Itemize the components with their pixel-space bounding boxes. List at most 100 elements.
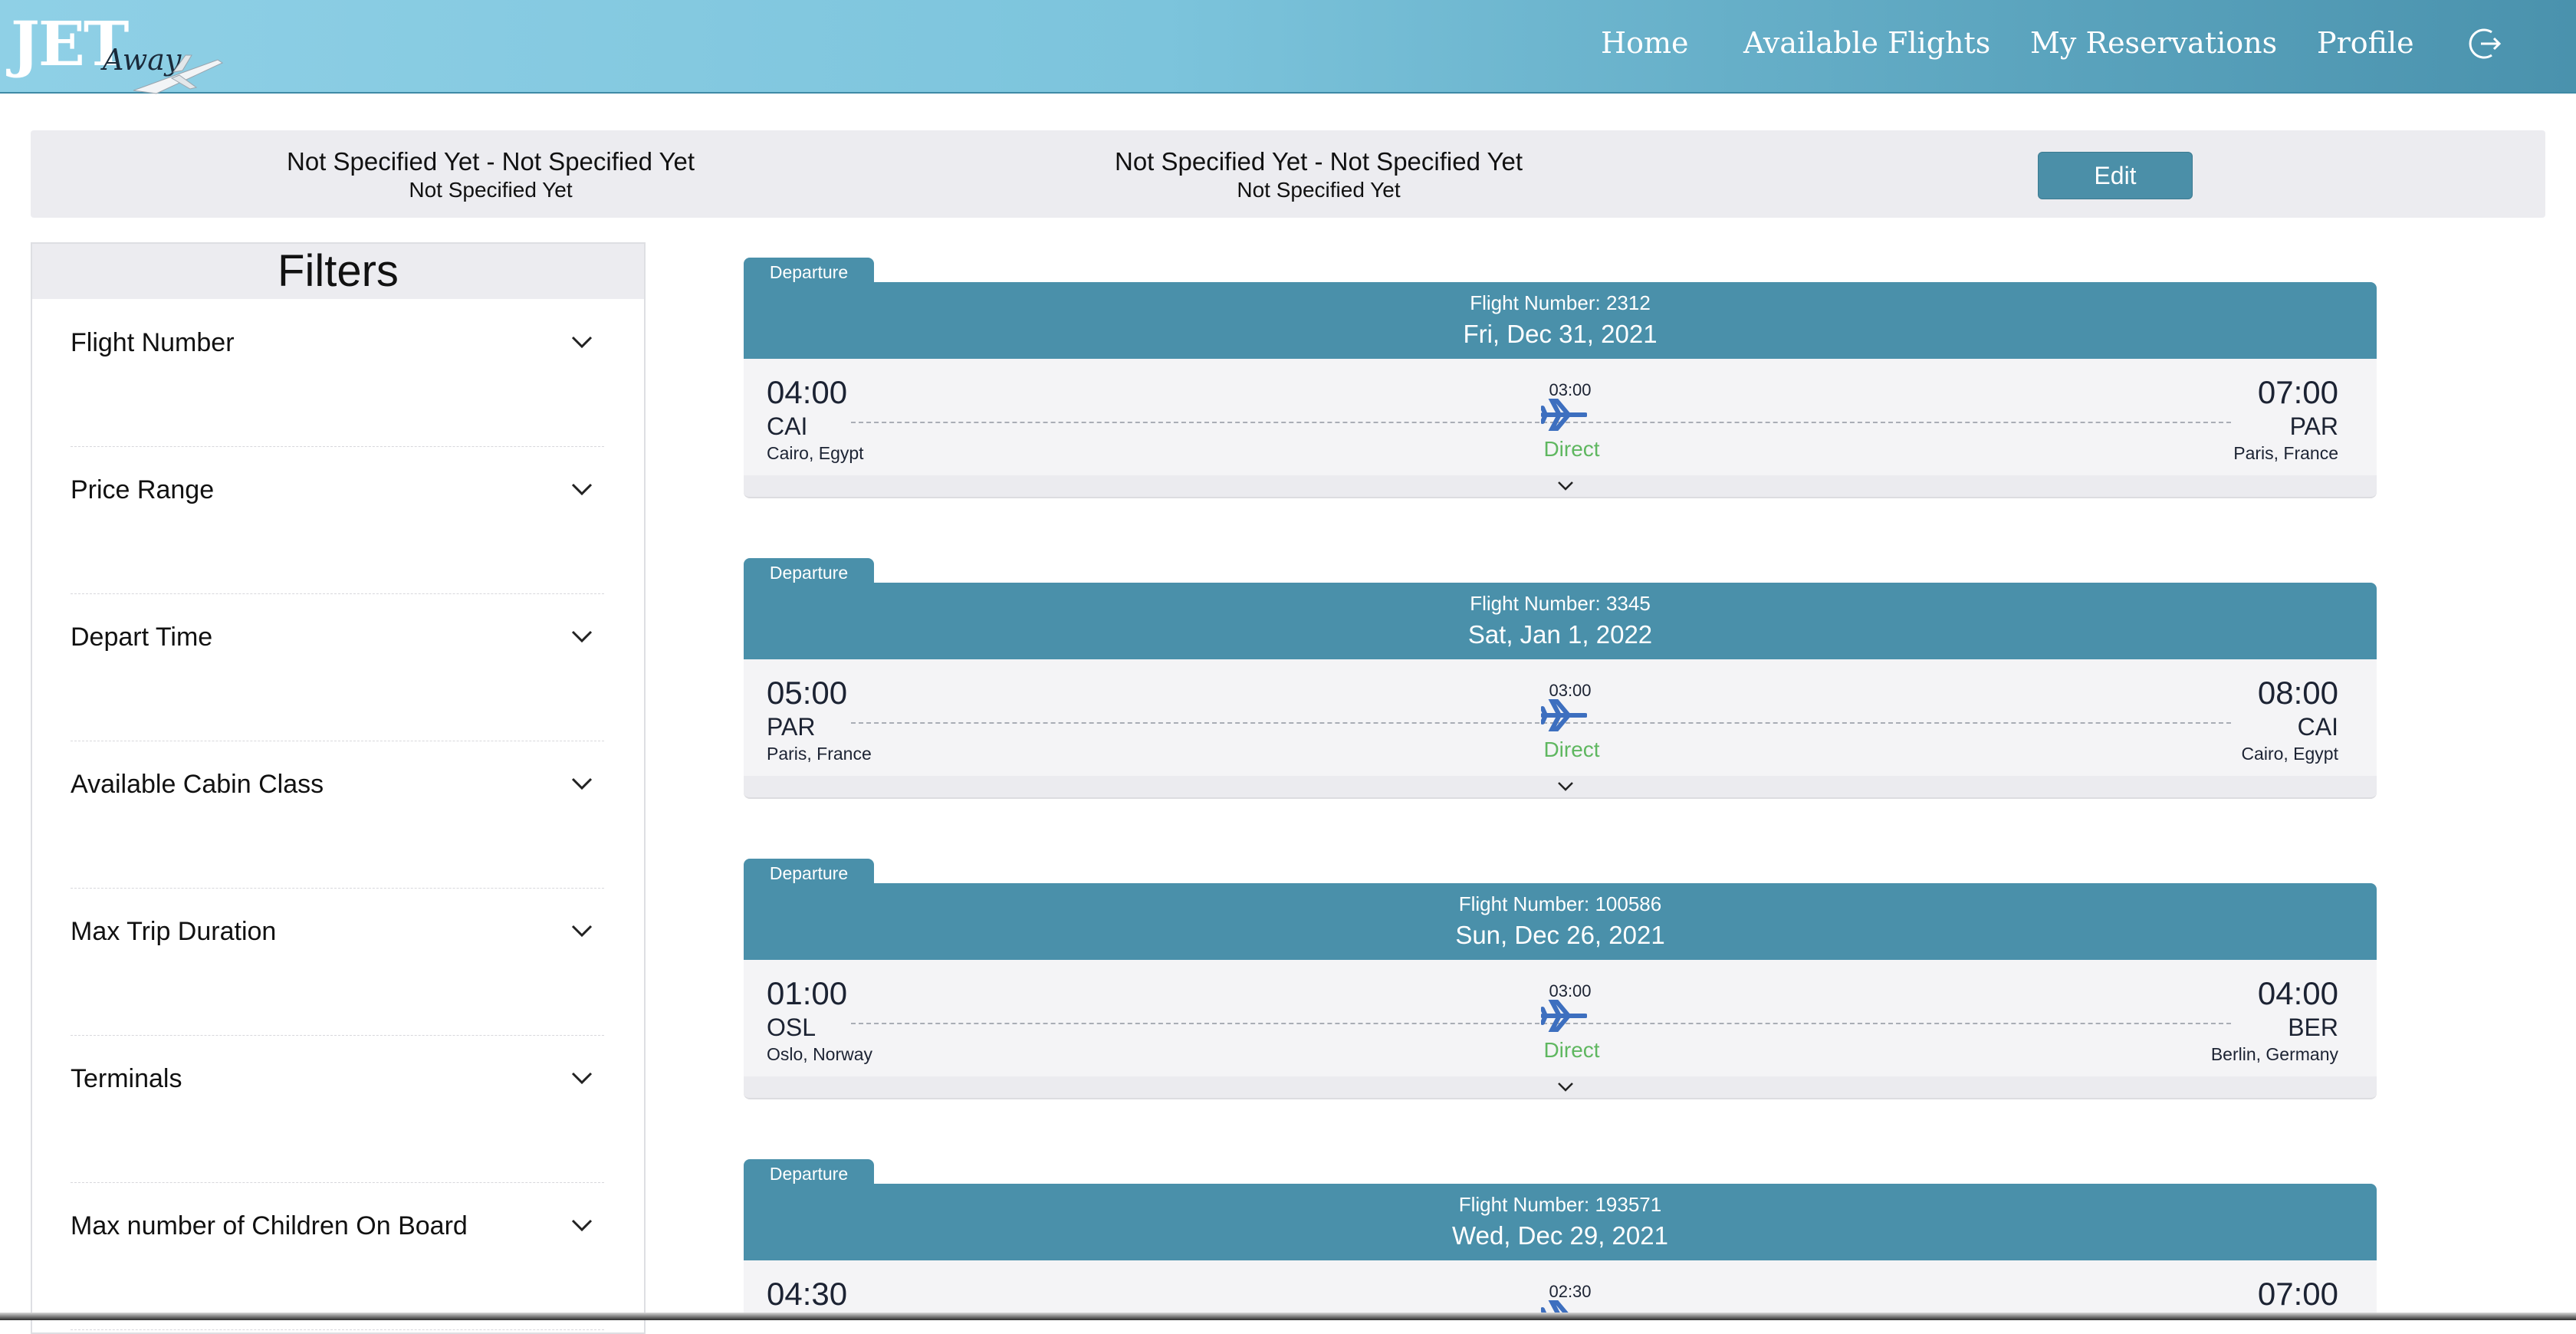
flight-number: Flight Number: 100586	[1458, 892, 1662, 915]
chevron-down-icon[interactable]	[570, 481, 593, 497]
flight-card-body: 04:00 CAI Cairo, Egypt 03:00 Direct 07:0…	[744, 359, 2377, 475]
filter-max-children[interactable]: Max number of Children On Board	[71, 1182, 604, 1330]
departure-airport-code: PAR	[767, 713, 816, 741]
chevron-down-icon[interactable]	[570, 1217, 593, 1233]
departure-tag: Departure	[744, 1159, 874, 1185]
expand-details-toggle[interactable]	[744, 1076, 2377, 1099]
stops-label: Direct	[1543, 437, 1600, 461]
arrival-city: Berlin, Germany	[2210, 1044, 2338, 1064]
chevron-down-icon[interactable]	[570, 776, 593, 791]
flight-date: Wed, Dec 29, 2021	[1452, 1221, 1668, 1250]
departure-airport-code: CAI	[767, 412, 808, 440]
return-date: Not Specified Yet	[1237, 178, 1401, 202]
airplane-icon	[1541, 699, 1587, 731]
top-navbar: JET Away Home Available Flights My Reser…	[0, 0, 2576, 94]
filter-label: Max Trip Duration	[71, 917, 277, 946]
filter-depart-time[interactable]: Depart Time	[71, 593, 604, 741]
flight-duration: 02:30	[1549, 1282, 1592, 1301]
departure-tag: Departure	[744, 558, 874, 584]
filter-flight-number[interactable]: Flight Number	[71, 299, 604, 447]
logout-icon[interactable]	[2467, 26, 2502, 61]
flight-card-body: 01:00 OSL Oslo, Norway 03:00 Direct 04:0…	[744, 960, 2377, 1076]
nav-profile[interactable]: Profile	[2317, 26, 2414, 60]
filter-max-trip-duration[interactable]: Max Trip Duration	[71, 888, 604, 1036]
chevron-down-icon[interactable]	[1556, 480, 1575, 492]
flight-card-body: 05:00 PAR Paris, France 03:00 Direct 08:…	[744, 659, 2377, 776]
flight-card[interactable]: Departure Flight Number: 2312 Fri, Dec 3…	[744, 258, 2377, 511]
departure-time: 04:00	[767, 374, 848, 410]
filter-label: Flight Number	[71, 328, 235, 357]
arrival-time: 07:00	[2257, 374, 2338, 410]
departure-time: 04:30	[767, 1276, 848, 1312]
outbound-summary: Not Specified Yet - Not Specified Yet No…	[261, 147, 721, 202]
departure-city: Cairo, Egypt	[767, 443, 864, 463]
logo-plane-icon	[133, 54, 224, 94]
nav-my-reservations[interactable]: My Reservations	[2030, 26, 2277, 60]
arrival-airport-code: PAR	[2289, 412, 2338, 440]
flight-card-body: 04:30 02:30 07:00	[744, 1260, 2377, 1313]
flight-card-header: Flight Number: 100586 Sun, Dec 26, 2021	[744, 883, 2377, 960]
arrival-airport-code: CAI	[2297, 713, 2338, 741]
chevron-down-icon[interactable]	[1556, 780, 1575, 793]
return-route: Not Specified Yet - Not Specified Yet	[1114, 147, 1523, 176]
flight-card-header: Flight Number: 3345 Sat, Jan 1, 2022	[744, 583, 2377, 659]
stops-label: Direct	[1543, 738, 1600, 761]
nav-home[interactable]: Home	[1601, 26, 1689, 60]
flight-number: Flight Number: 3345	[1470, 592, 1651, 615]
flight-duration: 03:00	[1549, 681, 1592, 700]
airplane-icon	[1541, 399, 1587, 431]
flight-duration: 03:00	[1549, 380, 1592, 399]
chevron-down-icon[interactable]	[570, 923, 593, 938]
filter-label: Depart Time	[71, 623, 213, 652]
airplane-icon	[1541, 1000, 1587, 1032]
expand-details-toggle[interactable]	[744, 776, 2377, 799]
flight-number: Flight Number: 193571	[1458, 1193, 1662, 1216]
flight-date: Sat, Jan 1, 2022	[1467, 620, 1653, 649]
flight-duration: 03:00	[1549, 981, 1592, 1001]
outbound-date: Not Specified Yet	[409, 178, 573, 202]
chevron-down-icon[interactable]	[1556, 1081, 1575, 1093]
filters-panel: Filters Flight Number Price Range Depart…	[31, 242, 646, 1334]
flight-card[interactable]: Departure Flight Number: 100586 Sun, Dec…	[744, 859, 2377, 1112]
arrival-time: 04:00	[2257, 975, 2338, 1011]
edit-search-button[interactable]: Edit	[2038, 152, 2193, 199]
flight-date: Sun, Dec 26, 2021	[1455, 921, 1665, 949]
departure-time: 01:00	[767, 975, 848, 1011]
departure-city: Paris, France	[767, 744, 872, 764]
filter-label: Available Cabin Class	[71, 770, 324, 799]
filter-price-range[interactable]: Price Range	[71, 446, 604, 594]
arrival-time: 08:00	[2257, 675, 2338, 711]
chevron-down-icon[interactable]	[570, 334, 593, 350]
departure-airport-code: OSL	[767, 1014, 816, 1041]
filter-label: Price Range	[71, 475, 215, 504]
search-summary-bar: Not Specified Yet - Not Specified Yet No…	[31, 130, 2545, 218]
departure-tag: Departure	[744, 859, 874, 885]
arrival-airport-code: BER	[2288, 1014, 2338, 1041]
flight-card-header: Flight Number: 2312 Fri, Dec 31, 2021	[744, 282, 2377, 359]
chevron-down-icon[interactable]	[570, 1070, 593, 1086]
filter-label: Terminals	[71, 1064, 182, 1093]
filters-title: Filters	[32, 244, 644, 299]
filter-terminals[interactable]: Terminals	[71, 1035, 604, 1183]
filter-cabin-class[interactable]: Available Cabin Class	[71, 741, 604, 889]
window-bottom-edge	[0, 1313, 2576, 1320]
arrival-city: Cairo, Egypt	[2241, 744, 2338, 764]
arrival-time: 07:00	[2257, 1276, 2338, 1312]
departure-city: Oslo, Norway	[767, 1044, 873, 1064]
airplane-icon	[1541, 1300, 1569, 1313]
nav-available-flights[interactable]: Available Flights	[1743, 26, 1990, 60]
flight-number: Flight Number: 2312	[1470, 291, 1651, 314]
jetaway-logo[interactable]: JET Away	[11, 8, 225, 94]
filter-label: Max number of Children On Board	[71, 1211, 468, 1240]
outbound-route: Not Specified Yet - Not Specified Yet	[286, 147, 695, 176]
departure-tag: Departure	[744, 258, 874, 284]
expand-details-toggle[interactable]	[744, 475, 2377, 498]
flight-date: Fri, Dec 31, 2021	[1463, 320, 1658, 348]
chevron-down-icon[interactable]	[570, 629, 593, 644]
stops-label: Direct	[1543, 1038, 1600, 1062]
return-summary: Not Specified Yet - Not Specified Yet No…	[1089, 147, 1549, 202]
flight-card[interactable]: Departure Flight Number: 3345 Sat, Jan 1…	[744, 558, 2377, 811]
flight-card[interactable]: Departure Flight Number: 193571 Wed, Dec…	[744, 1159, 2377, 1313]
departure-time: 05:00	[767, 675, 848, 711]
flight-card-header: Flight Number: 193571 Wed, Dec 29, 2021	[744, 1184, 2377, 1260]
